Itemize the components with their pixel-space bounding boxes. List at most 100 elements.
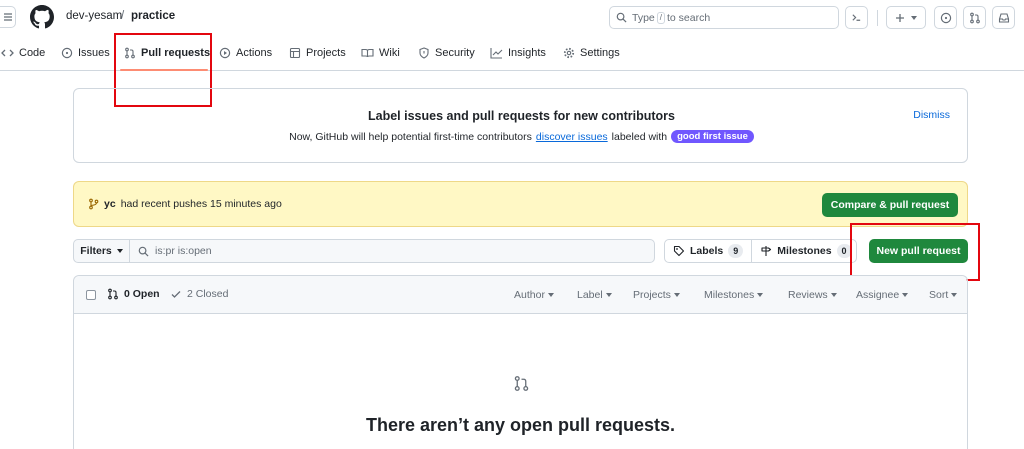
banner-text-before: Now, GitHub will help potential first-ti… xyxy=(289,130,532,143)
open-filter-link[interactable]: 0 Open xyxy=(107,288,160,300)
chevron-down-icon xyxy=(911,15,917,20)
global-search-input[interactable]: Type / to search xyxy=(609,6,839,29)
list-header: 0 Open 2 Closed Author Label Projects Mi… xyxy=(74,276,967,314)
tab-issues-label: Issues xyxy=(78,47,110,59)
contributors-banner: Label issues and pull requests for new c… xyxy=(73,88,968,163)
chevron-down-icon xyxy=(116,249,123,253)
milestones-button[interactable]: Milestones 0 xyxy=(751,240,859,262)
milestones-filter-label: Milestones xyxy=(704,289,755,301)
code-icon xyxy=(1,49,14,57)
chevron-down-icon xyxy=(757,293,764,297)
tab-settings[interactable]: Settings xyxy=(563,43,620,63)
chevron-down-icon xyxy=(902,293,909,297)
tab-wiki[interactable]: Wiki xyxy=(361,43,400,63)
pr-search-input[interactable]: is:pr is:open xyxy=(129,239,655,263)
milestone-icon xyxy=(761,246,772,256)
sort-label: Sort xyxy=(929,289,949,301)
pr-search-query: is:pr is:open xyxy=(155,245,212,257)
annotation-highlight-new-pr-button xyxy=(850,223,980,281)
header-divider xyxy=(877,10,878,26)
author-filter[interactable]: Author xyxy=(514,289,554,301)
inbox-button[interactable] xyxy=(992,6,1015,29)
tab-code[interactable]: Code xyxy=(1,43,45,63)
label-filter[interactable]: Label xyxy=(577,289,612,301)
chevron-down-icon xyxy=(547,293,554,297)
tab-issues[interactable]: Issues xyxy=(61,43,110,63)
github-logo[interactable] xyxy=(30,5,54,29)
assignee-filter-label: Assignee xyxy=(856,289,900,301)
search-shortcut-key: / xyxy=(656,11,665,24)
author-filter-label: Author xyxy=(514,289,545,301)
chevron-down-icon xyxy=(673,293,680,297)
create-new-button[interactable] xyxy=(886,6,926,29)
git-pull-request-icon xyxy=(514,376,529,391)
discover-issues-link[interactable]: discover issues xyxy=(536,131,608,143)
labels-button[interactable]: Labels 9 xyxy=(665,240,751,262)
reviews-filter-label: Reviews xyxy=(788,289,828,301)
milestones-filter[interactable]: Milestones xyxy=(704,289,764,301)
projects-filter-label: Projects xyxy=(633,289,671,301)
projects-filter[interactable]: Projects xyxy=(633,289,680,301)
empty-state-icon xyxy=(513,375,530,392)
breadcrumb-owner[interactable]: dev-yesam xyxy=(66,10,122,22)
labels-label: Labels xyxy=(690,245,724,257)
tab-actions[interactable]: Actions xyxy=(219,43,272,63)
plus-icon xyxy=(896,13,904,22)
filters-dropdown-button[interactable]: Filters xyxy=(73,239,130,263)
labels-milestones-group: Labels 9 Milestones 0 xyxy=(664,239,857,263)
tab-projects[interactable]: Projects xyxy=(289,43,346,63)
chevron-down-icon xyxy=(605,293,612,297)
tab-insights[interactable]: Insights xyxy=(490,43,546,63)
sort-dropdown[interactable]: Sort xyxy=(929,289,958,301)
inbox-icon xyxy=(998,12,1009,23)
tab-security[interactable]: Security xyxy=(418,43,475,63)
hamburger-menu-button[interactable] xyxy=(0,6,16,28)
empty-state-title: There aren’t any open pull requests. xyxy=(365,415,676,435)
pull-request-list: 0 Open 2 Closed Author Label Projects Mi… xyxy=(73,275,968,449)
book-icon xyxy=(361,48,374,58)
recent-pushes-text: yc had recent pushes 15 minutes ago xyxy=(88,198,282,210)
pushed-branch-name[interactable]: yc xyxy=(104,198,116,210)
banner-title: Label issues and pull requests for new c… xyxy=(367,109,675,123)
assignee-filter[interactable]: Assignee xyxy=(856,289,909,301)
git-pull-request-icon xyxy=(108,288,118,300)
breadcrumb-separator: / xyxy=(121,10,125,22)
tab-projects-label: Projects xyxy=(306,47,346,59)
good-first-issue-label[interactable]: good first issue xyxy=(671,130,754,143)
github-mark-icon xyxy=(30,5,54,29)
milestones-label: Milestones xyxy=(777,245,832,257)
closed-filter-link[interactable]: 2 Closed xyxy=(170,288,228,300)
pull-requests-shortcut-button[interactable] xyxy=(963,6,986,29)
gear-icon xyxy=(563,47,575,59)
tab-wiki-label: Wiki xyxy=(379,47,400,59)
banner-description: Now, GitHub will help potential first-ti… xyxy=(74,130,969,143)
compare-pull-request-button[interactable]: Compare & pull request xyxy=(822,193,958,217)
closed-count: 2 Closed xyxy=(187,288,229,300)
label-filter-label: Label xyxy=(577,289,603,301)
play-icon xyxy=(219,47,231,59)
search-icon xyxy=(138,246,149,257)
chevron-down-icon xyxy=(951,293,958,297)
reviews-filter[interactable]: Reviews xyxy=(788,289,837,301)
banner-text-after: labeled with xyxy=(611,130,668,143)
select-all-checkbox[interactable] xyxy=(86,290,96,300)
terminal-icon xyxy=(852,14,861,21)
breadcrumb-repo[interactable]: practice xyxy=(131,10,175,22)
issue-opened-icon xyxy=(61,47,73,59)
hamburger-icon xyxy=(3,13,12,21)
dismiss-button[interactable]: Dismiss xyxy=(913,109,950,121)
pushes-message: had recent pushes 15 minutes ago xyxy=(120,198,282,210)
tab-security-label: Security xyxy=(435,47,475,59)
labels-count: 9 xyxy=(728,244,744,258)
git-branch-icon xyxy=(89,198,99,210)
issue-opened-icon xyxy=(940,12,951,23)
check-icon xyxy=(171,291,181,298)
issues-shortcut-button[interactable] xyxy=(934,6,957,29)
tag-icon xyxy=(673,245,685,257)
chevron-down-icon xyxy=(830,293,837,297)
search-prefix: Type xyxy=(632,11,655,24)
tab-actions-label: Actions xyxy=(236,47,273,59)
git-pull-request-icon xyxy=(969,12,980,23)
tab-insights-label: Insights xyxy=(508,47,546,59)
command-palette-button[interactable] xyxy=(845,6,868,29)
